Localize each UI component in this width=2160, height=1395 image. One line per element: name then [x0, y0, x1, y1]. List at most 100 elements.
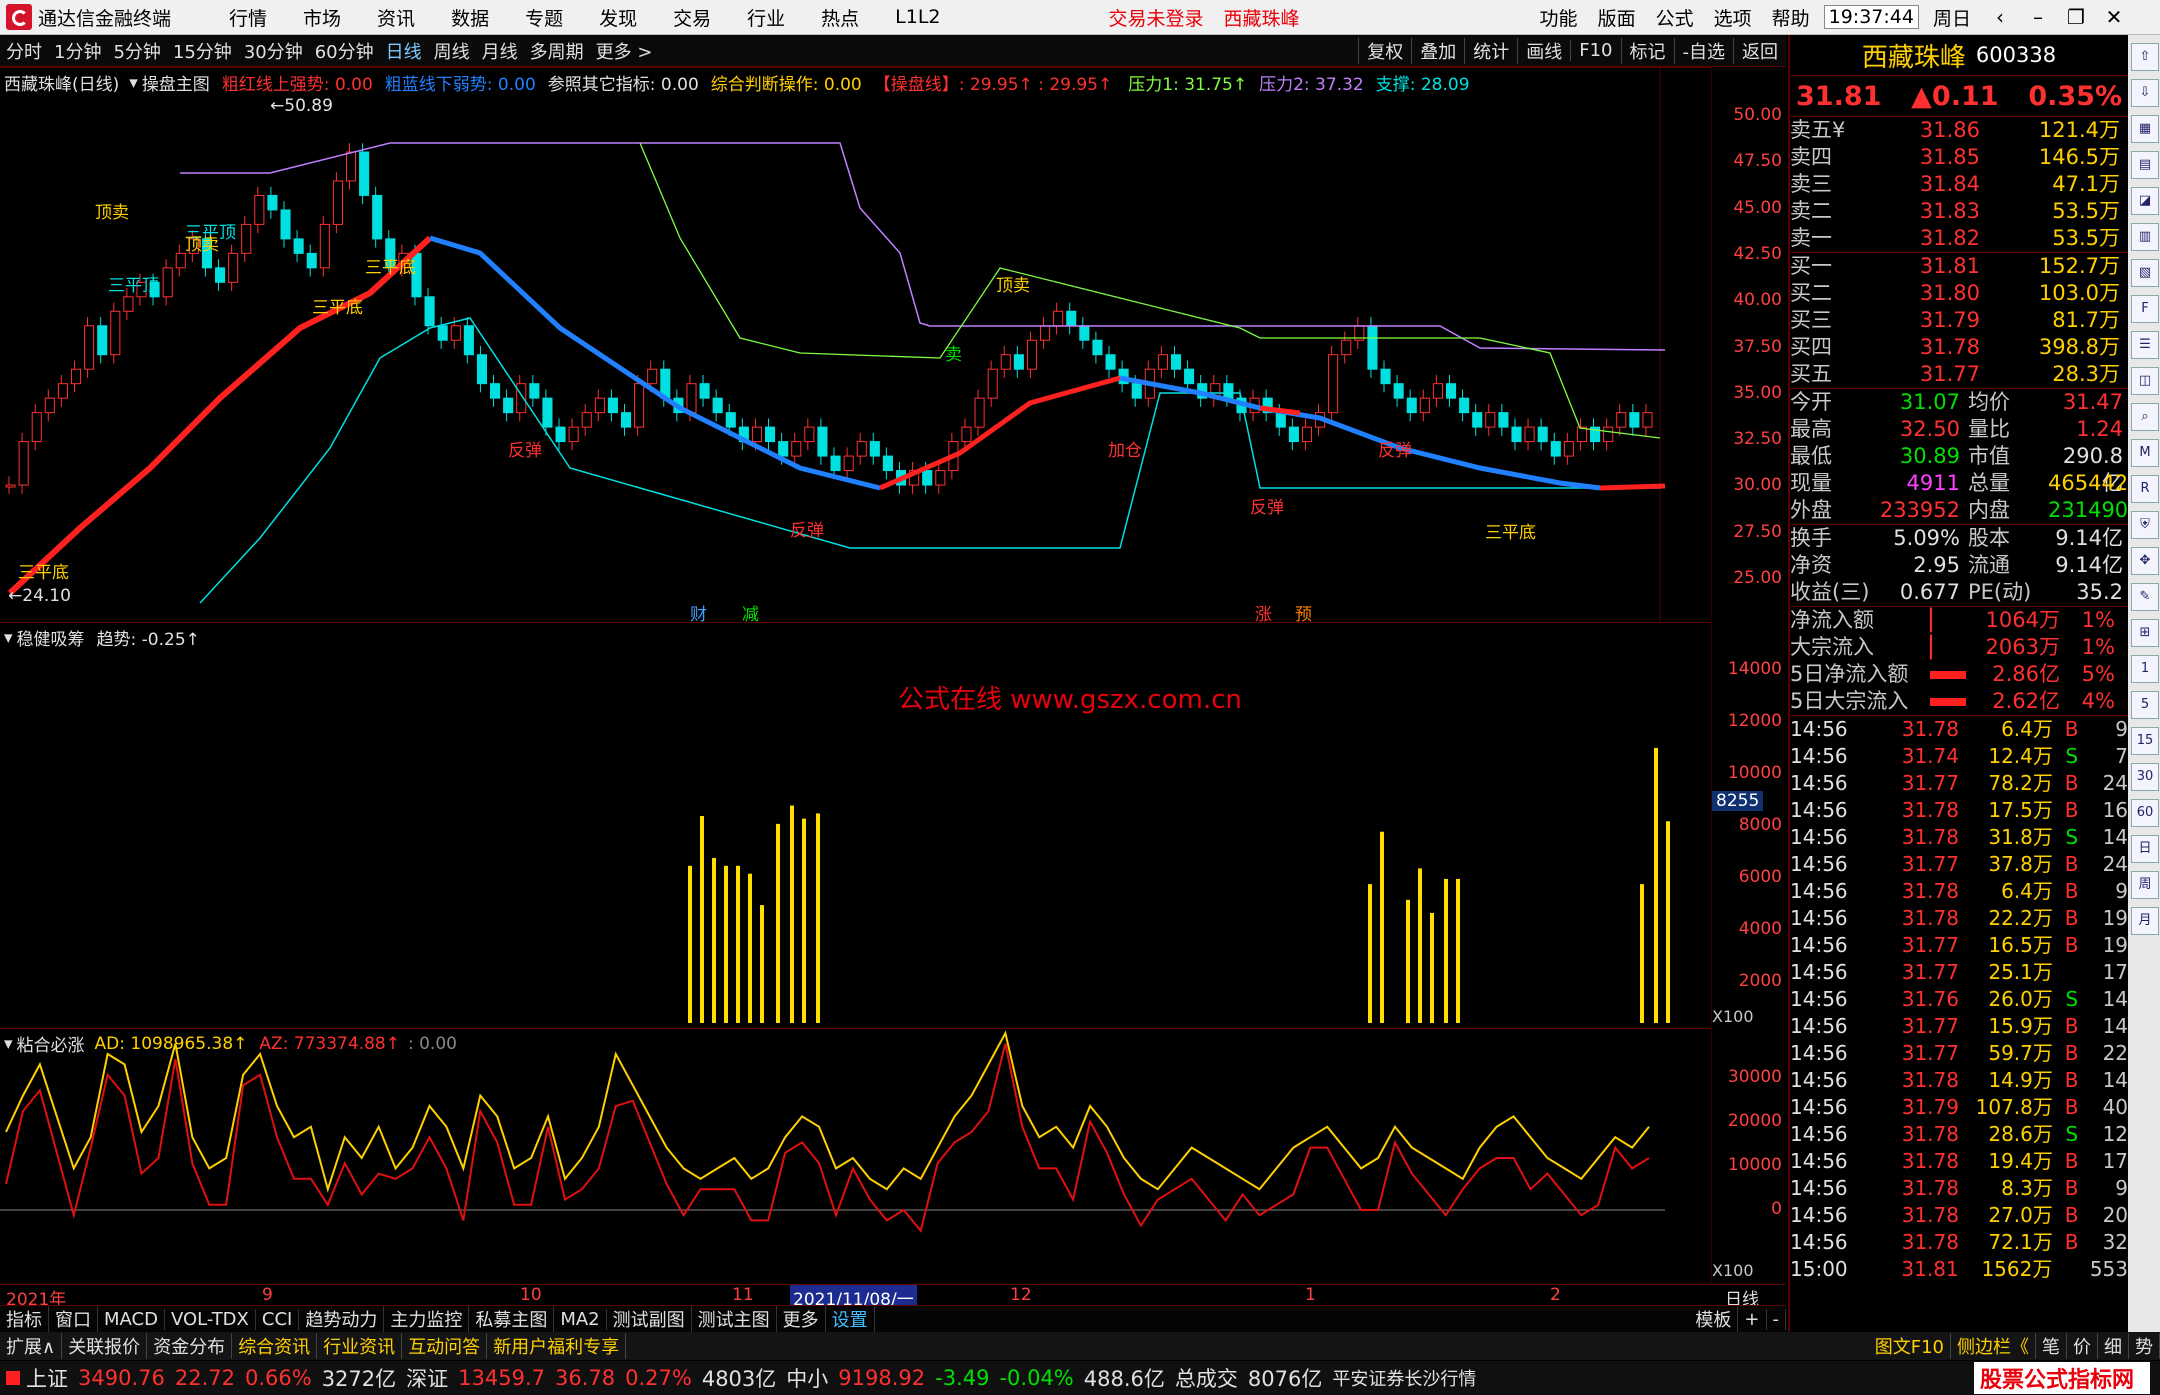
remove-watchlist-button[interactable]: -自选 — [1673, 37, 1734, 64]
grid-icon[interactable]: ▦ — [2131, 115, 2159, 143]
tab-trend[interactable]: 势 — [2129, 1333, 2160, 1359]
tab-cci[interactable]: CCI — [256, 1308, 300, 1330]
week-icon[interactable]: 周 — [2131, 871, 2159, 899]
chart-icon[interactable]: ▤ — [2131, 151, 2159, 179]
line-chart-icon[interactable]: ◪ — [2131, 187, 2159, 215]
kline-canvas[interactable] — [0, 68, 1712, 622]
period-minute[interactable]: 分时 — [0, 38, 48, 64]
rsi-icon[interactable]: R — [2131, 475, 2159, 503]
menu-item[interactable]: 市场 — [303, 4, 341, 31]
menu-item[interactable]: 资讯 — [377, 4, 415, 31]
menu-item[interactable]: 行业 — [747, 4, 785, 31]
pen-icon[interactable]: ✎ — [2131, 583, 2159, 611]
tab-related[interactable]: 关联报价 — [62, 1333, 148, 1359]
menu-item[interactable]: 公式 — [1656, 4, 1694, 31]
tab-trend[interactable]: 趋势动力 — [299, 1306, 385, 1332]
thirty-icon[interactable]: 30 — [2131, 763, 2159, 791]
index-label[interactable]: 深证 — [406, 1363, 448, 1393]
sub-panel-2[interactable]: ▾ 粘合必涨 AD: 1098965.38↑ AZ: 773374.88↑ : … — [0, 1028, 1782, 1285]
ask-row[interactable]: 卖五¥ 31.86 121.4万 — [1790, 117, 2128, 144]
tab-detail[interactable]: 细 — [2098, 1333, 2129, 1359]
five-day-icon[interactable]: 5 — [2131, 691, 2159, 719]
f10-tab[interactable]: 图文F10 — [1869, 1333, 1951, 1359]
chevron-left-icon[interactable]: ‹ — [1981, 5, 2019, 29]
sidebar-tab[interactable]: 侧边栏《 — [1951, 1333, 2036, 1359]
period-more[interactable]: 更多 > — [590, 38, 659, 64]
tab-price[interactable]: 价 — [2067, 1333, 2098, 1359]
ask-row[interactable]: 卖二 31.83 53.5万 — [1790, 198, 2128, 225]
sub2-canvas[interactable] — [0, 1029, 1712, 1285]
back-button[interactable]: 返回 — [1733, 37, 1786, 64]
sixty-icon[interactable]: 60 — [2131, 799, 2159, 827]
tab-vol[interactable]: VOL-TDX — [165, 1308, 256, 1330]
period-15min[interactable]: 15分钟 — [167, 38, 238, 64]
menu-item[interactable]: 选项 — [1714, 4, 1752, 31]
tab-industry[interactable]: 行业资讯 — [317, 1333, 403, 1359]
overlay-button[interactable]: 叠加 — [1411, 37, 1464, 64]
calc-icon[interactable]: ⊞ — [2131, 619, 2159, 647]
tab-settings[interactable]: 设置 — [826, 1306, 875, 1332]
arrow-up-icon[interactable]: ⇧ — [2131, 43, 2159, 71]
bid-row[interactable]: 买一 31.81 152.7万 — [1790, 253, 2128, 280]
fifteen-icon[interactable]: 15 — [2131, 727, 2159, 755]
tab-test-sub[interactable]: 测试副图 — [607, 1306, 692, 1332]
menu-item[interactable]: 行情 — [229, 4, 267, 31]
bid-row[interactable]: 买五 31.77 28.3万 — [1790, 361, 2128, 388]
main-kline-panel[interactable]: 西藏珠峰(日线) ▾ 操盘主图 粗红线上强势: 0.00 粗蓝线下弱势: 0.0… — [0, 67, 1782, 625]
menu-item[interactable]: 专题 — [525, 4, 563, 31]
tab-private[interactable]: 私募主图 — [469, 1306, 555, 1332]
menu-item[interactable]: L1L2 — [895, 6, 940, 28]
sub-panel-1[interactable]: ▾ 稳健吸筹 趋势: -0.25↑ 公式在线 www.gszx.com.cn 1… — [0, 622, 1782, 1028]
tab-fund[interactable]: 资金分布 — [147, 1333, 233, 1359]
period-multi[interactable]: 多周期 — [524, 38, 590, 64]
period-5min[interactable]: 5分钟 — [107, 38, 166, 64]
close-icon[interactable]: ✕ — [2095, 5, 2133, 29]
sub1-canvas[interactable] — [0, 623, 1712, 1028]
list-icon[interactable]: ☰ — [2131, 331, 2159, 359]
menu-item[interactable]: 交易 — [673, 4, 711, 31]
menu-item[interactable]: 发现 — [599, 4, 637, 31]
restore-icon[interactable]: ❐ — [2057, 5, 2095, 29]
stats-button[interactable]: 统计 — [1464, 37, 1517, 64]
tab-news[interactable]: 综合资讯 — [232, 1333, 318, 1359]
login-status[interactable]: 交易未登录 — [1109, 4, 1204, 31]
shield-icon[interactable]: ⛨ — [2131, 511, 2159, 539]
tab-window[interactable]: 窗口 — [49, 1306, 98, 1332]
period-week[interactable]: 周线 — [428, 38, 476, 64]
period-60min[interactable]: 60分钟 — [309, 38, 380, 64]
index-label[interactable]: 中小 — [786, 1363, 828, 1393]
tab-more[interactable]: 更多 — [777, 1306, 826, 1332]
menu-item[interactable]: 帮助 — [1772, 4, 1810, 31]
macd-icon[interactable]: M — [2131, 439, 2159, 467]
draw-button[interactable]: 画线 — [1517, 37, 1570, 64]
menu-item[interactable]: 数据 — [451, 4, 489, 31]
menu-item[interactable]: 版面 — [1598, 4, 1636, 31]
ask-row[interactable]: 卖三 31.84 47.1万 — [1790, 171, 2128, 198]
tick-list[interactable]: 14:56 31.78 6.4万 B 9 14:56 31.74 12.4万 S 7 14:56 31… — [1790, 715, 2128, 1283]
tab-qa[interactable]: 互动问答 — [402, 1333, 488, 1359]
month-icon[interactable]: 月 — [2131, 907, 2159, 935]
arrow-down-icon[interactable]: ⇩ — [2131, 79, 2159, 107]
move-icon[interactable]: ✥ — [2131, 547, 2159, 575]
tab-ma2[interactable]: MA2 — [554, 1308, 607, 1330]
search-icon[interactable]: ⌕ — [2131, 403, 2159, 431]
menu-item[interactable]: 功能 — [1540, 4, 1578, 31]
minimize-icon[interactable]: – — [2019, 5, 2057, 29]
ask-row[interactable]: 卖四 31.85 146.5万 — [1790, 144, 2128, 171]
period-30min[interactable]: 30分钟 — [238, 38, 309, 64]
f10-icon[interactable]: F — [2131, 295, 2159, 323]
remove-button[interactable]: - — [1767, 1308, 1786, 1330]
mark-button[interactable]: 标记 — [1620, 37, 1674, 64]
table-icon[interactable]: ▧ — [2131, 259, 2159, 287]
bid-row[interactable]: 买四 31.78 398.8万 — [1790, 334, 2128, 361]
tab-welfare[interactable]: 新用户福利专享 — [487, 1333, 627, 1359]
fund-icon[interactable]: ◫ — [2131, 367, 2159, 395]
bid-row[interactable]: 买二 31.80 103.0万 — [1790, 280, 2128, 307]
menu-item[interactable]: 热点 — [821, 4, 859, 31]
period-day[interactable]: 日线 — [380, 38, 428, 64]
add-button[interactable]: + — [1738, 1308, 1767, 1330]
period-month[interactable]: 月线 — [476, 38, 524, 64]
tab-test-main[interactable]: 测试主图 — [692, 1306, 777, 1332]
f10-button[interactable]: F10 — [1570, 40, 1620, 61]
fuquan-button[interactable]: 复权 — [1358, 37, 1411, 64]
